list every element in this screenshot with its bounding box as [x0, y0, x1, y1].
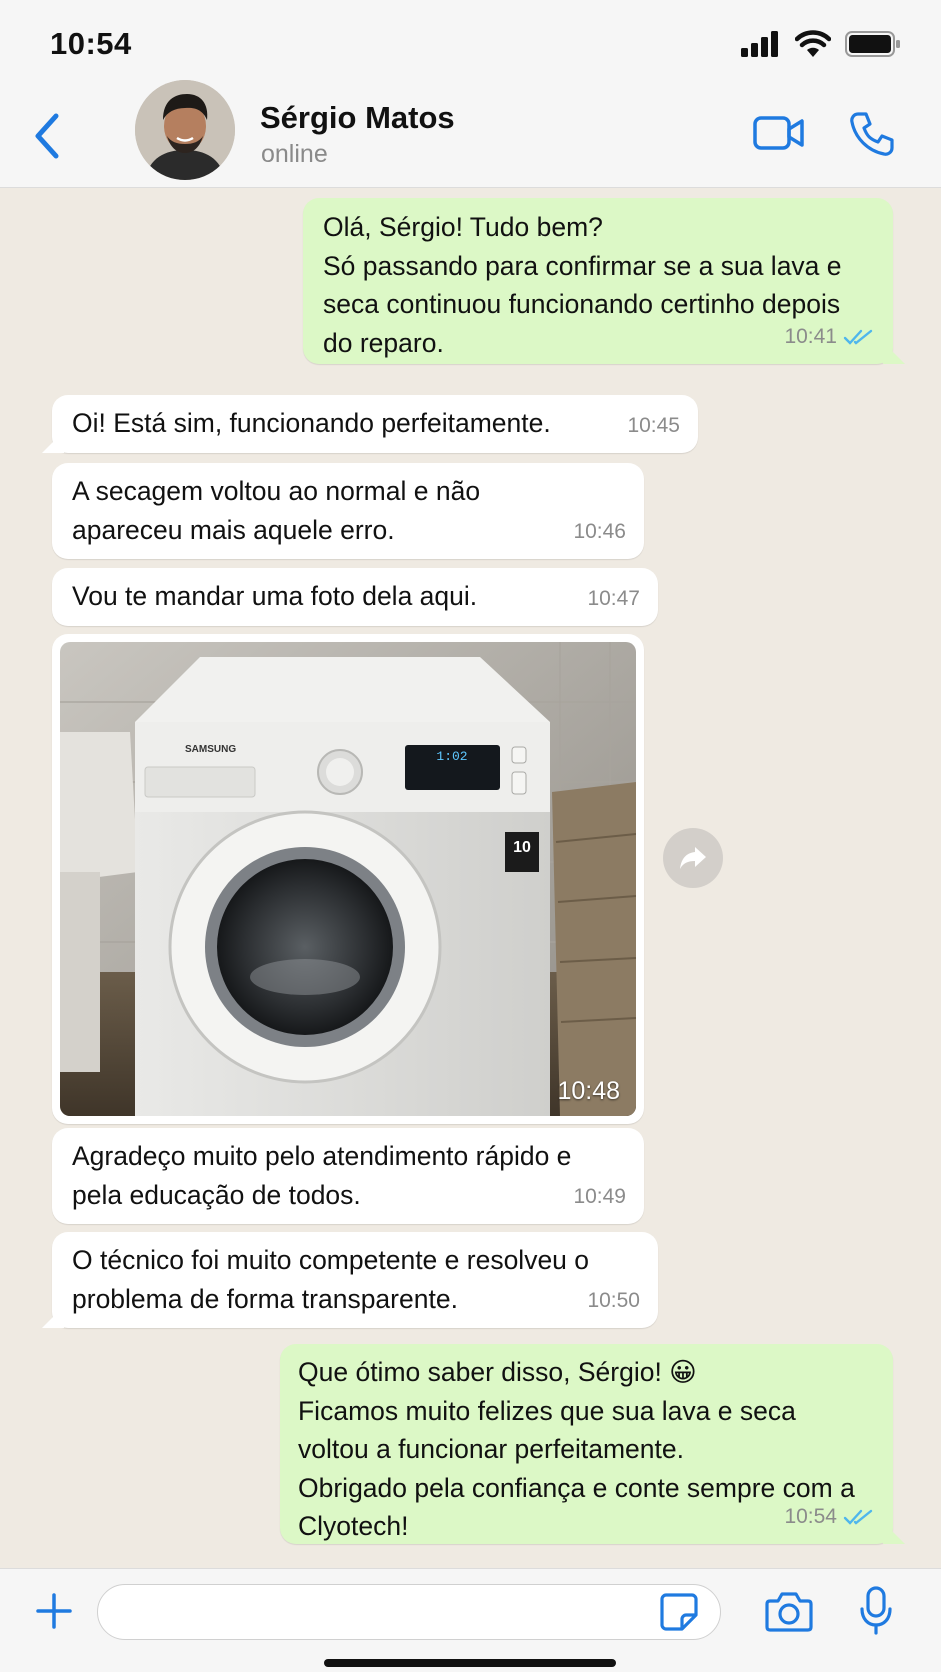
chat-area[interactable]: Olá, Sérgio! Tudo bem? Só passando para …	[0, 188, 941, 1568]
message-text: Vou te mandar uma foto dela aqui.	[72, 581, 478, 611]
message-bubble-incoming[interactable]: O técnico foi muito competente e resolve…	[42, 1232, 658, 1328]
message-text: A secagem voltou ao normal e não aparece…	[72, 476, 481, 545]
message-text: Agradeço muito pelo atendimento rápido e…	[72, 1141, 572, 1210]
chevron-left-icon	[35, 113, 59, 159]
washing-machine-photo[interactable]: SAMSUNG 1:02 10 10:48	[60, 642, 636, 1116]
read-receipt-icon	[843, 1509, 873, 1525]
message-time: 10:50	[587, 1288, 640, 1312]
message-time: 10:41	[784, 324, 837, 348]
message-meta: 10:54	[784, 1498, 875, 1537]
bubble-tail	[883, 1522, 905, 1544]
message-input[interactable]	[97, 1584, 721, 1640]
message-bubble-outgoing[interactable]: Olá, Sérgio! Tudo bem? Só passando para …	[303, 198, 905, 364]
back-button[interactable]	[28, 108, 68, 164]
message-meta: 10:45	[627, 407, 680, 446]
status-time: 10:54	[50, 26, 132, 61]
message-time: 10:49	[573, 1184, 626, 1208]
message-bubble-outgoing[interactable]: Que ótimo saber disso, Sérgio! 😀 Ficamos…	[280, 1344, 905, 1544]
message-text: O técnico foi muito competente e resolve…	[72, 1245, 590, 1314]
status-bar: 10:54	[0, 0, 941, 84]
microphone-icon	[860, 1586, 892, 1635]
voice-call-button[interactable]	[848, 110, 896, 158]
brand-label: SAMSUNG	[185, 744, 236, 755]
home-indicator	[324, 1659, 616, 1667]
forward-arrow-icon	[680, 847, 706, 869]
composer-bar	[0, 1568, 941, 1672]
message-meta: 10:47	[587, 580, 640, 619]
bubble-tail	[42, 431, 64, 453]
contact-status: online	[261, 140, 328, 168]
message-text: Oi! Está sim, funcionando perfeitamente.	[72, 408, 551, 438]
bubble-tail	[883, 342, 905, 364]
svg-text:10: 10	[513, 839, 531, 856]
cellular-signal-icon	[741, 31, 778, 57]
image-timestamp: 10:48	[557, 1077, 620, 1105]
camera-icon	[765, 1592, 813, 1632]
sticker-button[interactable]	[658, 1591, 700, 1633]
phone-icon	[850, 112, 894, 156]
forward-button[interactable]	[663, 828, 723, 888]
message-meta: 10:49	[573, 1178, 626, 1217]
message-time: 10:45	[627, 413, 680, 437]
attach-button[interactable]	[32, 1589, 76, 1633]
wifi-icon	[795, 30, 831, 57]
message-meta: 10:50	[587, 1282, 640, 1321]
avatar-photo-icon	[135, 80, 235, 180]
chat-header: Sérgio Matos online	[0, 80, 941, 188]
message-bubble-incoming[interactable]: Agradeço muito pelo atendimento rápido e…	[52, 1128, 644, 1224]
microphone-button[interactable]	[858, 1585, 894, 1637]
washing-machine-image: SAMSUNG 1:02 10	[60, 642, 636, 1116]
message-bubble-incoming[interactable]: Vou te mandar uma foto dela aqui. 10:47	[52, 568, 658, 626]
video-camera-icon	[753, 116, 804, 150]
message-bubble-incoming[interactable]: Oi! Está sim, funcionando perfeitamente.…	[42, 395, 698, 453]
message-time: 10:54	[784, 1504, 837, 1528]
battery-full-icon	[845, 31, 900, 57]
message-time: 10:47	[587, 586, 640, 610]
camera-button[interactable]	[764, 1589, 814, 1633]
contact-name[interactable]: Sérgio Matos	[260, 100, 455, 136]
avatar[interactable]	[135, 80, 235, 180]
svg-text:1:02: 1:02	[436, 749, 467, 764]
read-receipt-icon	[843, 329, 873, 345]
bubble-tail	[42, 1306, 64, 1328]
message-meta: 10:46	[573, 513, 626, 552]
sticker-icon	[660, 1593, 698, 1631]
message-meta: 10:41	[784, 318, 875, 357]
message-bubble-incoming[interactable]: A secagem voltou ao normal e não aparece…	[52, 463, 644, 559]
plus-icon	[36, 1593, 72, 1629]
video-call-button[interactable]	[752, 112, 806, 154]
message-image-bubble[interactable]: SAMSUNG 1:02 10 10:48	[52, 634, 644, 1124]
message-time: 10:46	[573, 519, 626, 543]
status-icons	[741, 30, 901, 58]
